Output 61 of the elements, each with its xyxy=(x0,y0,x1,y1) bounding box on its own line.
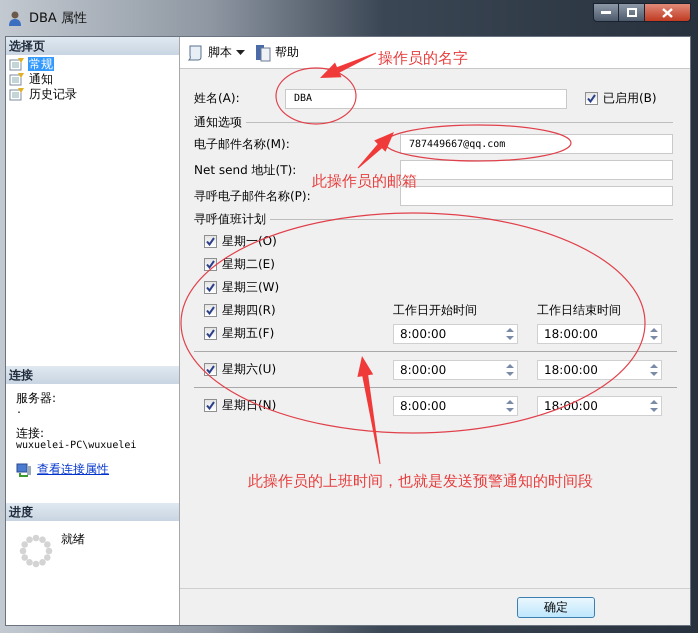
book-icon xyxy=(255,44,271,62)
server-label: 服务器: xyxy=(16,392,58,405)
computer-icon xyxy=(16,462,32,478)
field-label: Net send 地址(T): xyxy=(194,162,298,178)
checkbox[interactable] xyxy=(204,235,217,248)
text-field[interactable]: 787449667@qq.com xyxy=(400,134,673,154)
minimize-button[interactable] xyxy=(593,3,619,22)
help-button[interactable]: 帮助 xyxy=(253,42,301,64)
annotation-text: 此操作员的上班时间，也就是发送预警通知的时间段 xyxy=(248,472,593,490)
column-header: 工作日结束时间 xyxy=(537,303,621,317)
connection-value: wuxuelei-PC\wuxuelei xyxy=(16,440,138,452)
maximize-icon xyxy=(626,8,636,17)
user-icon xyxy=(7,10,23,26)
field-label: 姓名(A): xyxy=(194,90,241,107)
field-label: 寻呼电子邮件名称(P): xyxy=(194,188,312,204)
server-value: . xyxy=(16,405,24,417)
ok-button[interactable]: 确定 xyxy=(517,596,595,618)
section-header: 连接 xyxy=(6,366,179,384)
minimize-icon xyxy=(601,10,611,14)
spinner-icon xyxy=(18,533,54,569)
group-title: 通知选项 xyxy=(194,114,242,130)
checkbox[interactable] xyxy=(204,281,217,294)
section-header: 进度 xyxy=(6,503,179,521)
checkbox[interactable] xyxy=(204,304,217,317)
checkbox-label: 星期四(R) xyxy=(222,302,276,319)
annotation-arrow xyxy=(358,132,394,168)
checkbox-label: 星期五(F) xyxy=(222,325,274,342)
checkbox[interactable] xyxy=(204,399,217,412)
page-item[interactable]: 历史记录 xyxy=(28,86,78,100)
caret-icon xyxy=(236,50,245,55)
checkbox-label: 星期日(N) xyxy=(222,397,276,414)
checkbox[interactable] xyxy=(204,363,217,376)
annotation-text: 此操作员的邮箱 xyxy=(312,172,417,190)
checkbox-label: 星期三(W) xyxy=(222,279,280,296)
close-icon xyxy=(662,8,673,18)
group-title: 寻呼值班计划 xyxy=(194,210,266,228)
checkbox-label: 星期六(U) xyxy=(222,361,276,378)
name-field[interactable]: DBA xyxy=(285,88,567,108)
field-label: 电子邮件名称(M): xyxy=(194,136,291,152)
annotation-text: 操作员的名字 xyxy=(378,49,468,67)
status-text: 就绪 xyxy=(61,531,85,548)
close-button[interactable] xyxy=(645,3,691,22)
page-icon xyxy=(9,86,25,100)
annotation-arrow xyxy=(320,52,376,78)
checkbox-label: 星期二(E) xyxy=(222,256,275,273)
connection-properties-link[interactable]: 查看连接属性 xyxy=(37,461,109,478)
connection-label: 连接: xyxy=(16,427,46,440)
window-title: DBA 属性 xyxy=(29,10,88,27)
checkbox[interactable] xyxy=(204,327,217,340)
section-header: 选择页 xyxy=(6,37,179,55)
text-field[interactable] xyxy=(400,186,673,206)
checkbox-label: 已启用(B) xyxy=(603,90,657,107)
column-header: 工作日开始时间 xyxy=(393,303,477,317)
scroll-icon xyxy=(186,44,204,62)
page-icon xyxy=(9,72,25,86)
checkbox[interactable] xyxy=(204,258,217,271)
checkbox[interactable] xyxy=(585,92,598,105)
maximize-button[interactable] xyxy=(619,3,645,22)
script-button[interactable]: 脚本 xyxy=(184,42,247,64)
page-item[interactable]: 通知 xyxy=(28,72,54,86)
page-icon xyxy=(9,56,25,70)
